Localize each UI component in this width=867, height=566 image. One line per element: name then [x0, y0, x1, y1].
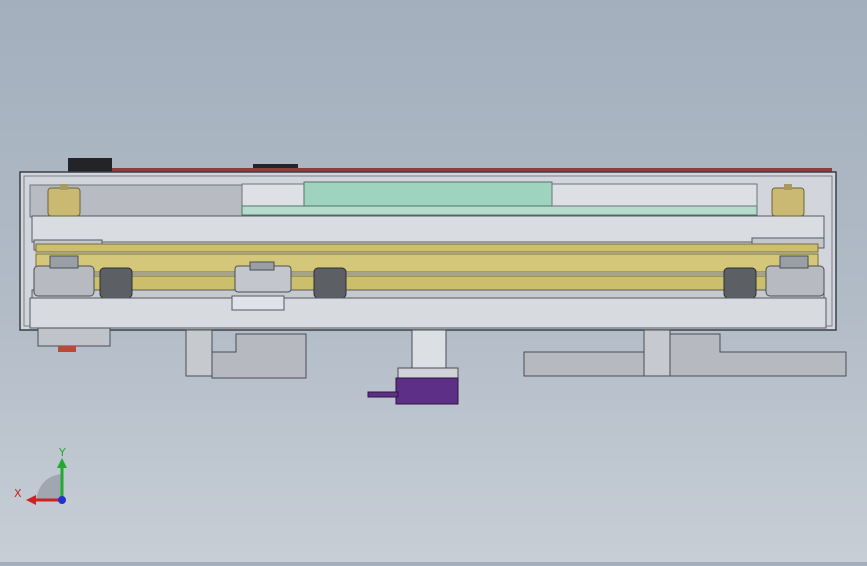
support-right-a [523, 351, 645, 377]
lower-housing [29, 297, 827, 329]
support-right-c [669, 333, 847, 377]
support-left-b [211, 333, 307, 379]
x-arrow-head [26, 495, 36, 505]
roller-left [99, 267, 133, 299]
center-pulley [234, 261, 292, 293]
sensor-cable [367, 391, 399, 398]
left-bushing-cap [60, 184, 68, 190]
center-clamp [231, 295, 285, 311]
main-plate [31, 215, 825, 243]
right-bushing-cap [784, 184, 792, 190]
rail-divider [36, 272, 818, 276]
upper-gold-rail [35, 243, 819, 253]
green-panel [303, 181, 553, 208]
lower-bar [31, 289, 825, 299]
lower-gold-rail [35, 275, 819, 291]
roller-right [723, 267, 757, 299]
cad-viewport[interactable]: Y X [0, 0, 867, 562]
x-axis-label: X [14, 487, 22, 500]
coordinate-triad: Y X [14, 446, 67, 505]
motor-body [37, 327, 111, 347]
assembly-drawing: Y X [14, 158, 847, 505]
support-left-a [185, 329, 213, 377]
green-lower-panel [241, 205, 758, 216]
top-left-block [68, 158, 112, 172]
y-axis-label: Y [58, 446, 66, 459]
y-arrow-head [57, 458, 67, 468]
support-right-b [643, 329, 671, 377]
left-bushing [47, 187, 81, 217]
right-bushing [771, 187, 805, 217]
motor-connector [58, 346, 76, 352]
upper-right-panel [551, 183, 758, 207]
upper-gray-block [241, 183, 305, 207]
triad-shading [36, 474, 62, 500]
center-column [411, 329, 447, 369]
middle-gold-rail [35, 253, 819, 273]
z-axis-dot [58, 496, 66, 504]
roller-center [313, 267, 347, 299]
purple-sensor [395, 377, 459, 405]
